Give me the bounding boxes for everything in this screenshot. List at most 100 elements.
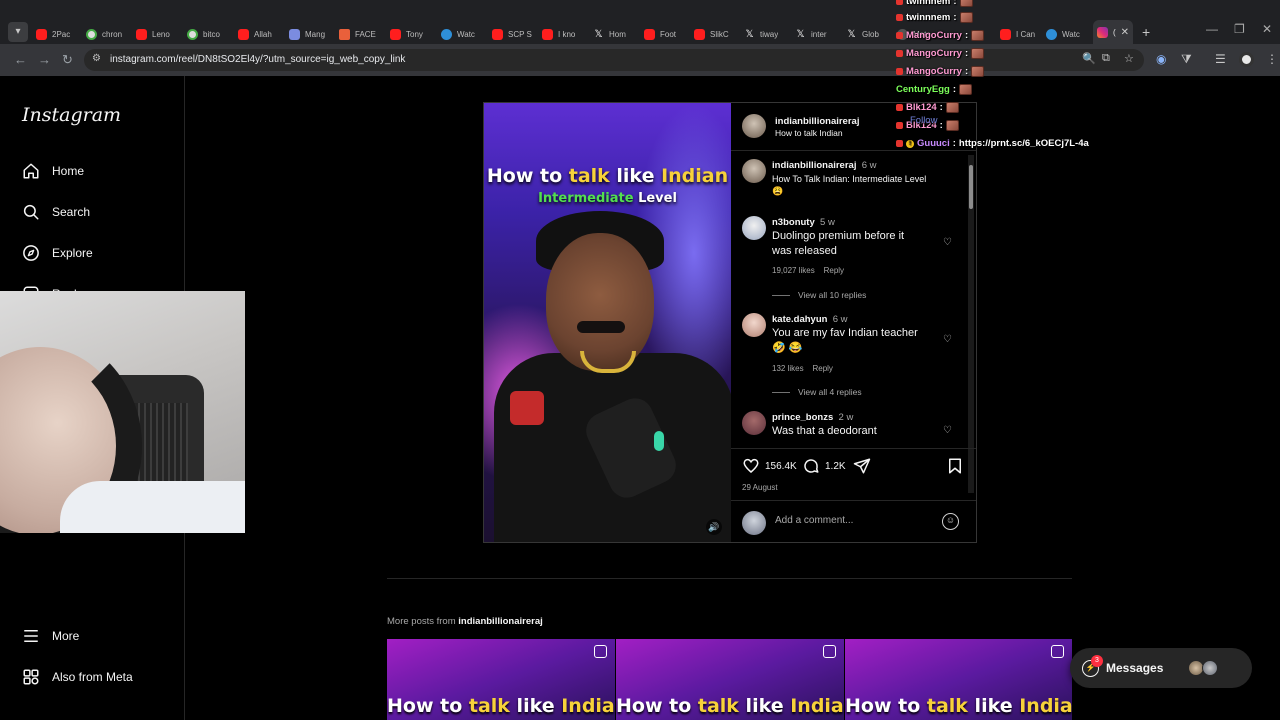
more-posts-username[interactable]: indianbillionaireraj: [458, 616, 542, 627]
caption-username[interactable]: indianbillionaireraj 6 w: [772, 160, 877, 171]
x-icon: 𝕏: [745, 28, 754, 40]
tab-search-button[interactable]: ▾: [8, 22, 28, 42]
audio-name[interactable]: How to talk Indian: [775, 128, 843, 138]
close-tab-icon[interactable]: ✕: [1121, 27, 1129, 38]
comment-username[interactable]: kate.dahyun 6 w: [772, 314, 848, 325]
follow-hint-text[interactable]: Follow: [910, 115, 937, 126]
browser-tab[interactable]: Watc: [441, 24, 475, 44]
caption-avatar[interactable]: [742, 159, 766, 183]
comment-avatar[interactable]: [742, 216, 766, 240]
nav-more[interactable]: More: [22, 627, 79, 645]
nav-search[interactable]: Search: [22, 203, 90, 221]
browser-tab[interactable]: 𝕏tiway: [744, 24, 778, 44]
chat-emote-icon: [945, 120, 959, 131]
browser-tab[interactable]: Leno: [136, 24, 170, 44]
comment-button[interactable]: 1.2K: [802, 457, 846, 475]
tab-title: I kno: [558, 29, 576, 39]
volume-icon[interactable]: 🔊: [706, 519, 722, 535]
nav-also-from-meta[interactable]: Also from Meta: [22, 668, 133, 686]
forward-icon[interactable]: →: [38, 52, 51, 67]
new-tab-button[interactable]: +: [1142, 24, 1150, 40]
emoji-icon[interactable]: ☺: [942, 513, 959, 530]
bookmark-star-icon[interactable]: ☆: [1124, 52, 1134, 65]
chat-username: MangoCurry: [906, 30, 962, 41]
browser-tab[interactable]: 2Pac: [36, 24, 70, 44]
comment-avatar[interactable]: [742, 411, 766, 435]
browser-menu-icon[interactable]: ⋮: [1266, 52, 1278, 66]
author-username[interactable]: indianbillionaireraj: [775, 116, 859, 127]
view-replies-button[interactable]: View all 4 replies: [772, 387, 862, 397]
media-control-icon[interactable]: ◉: [1156, 52, 1166, 66]
url-text[interactable]: instagram.com/reel/DN8tSO2El4y/?utm_sour…: [110, 54, 405, 65]
comments-scrollbar[interactable]: [968, 155, 974, 493]
more-post-thumbnail[interactable]: How to talk like Indian: [387, 639, 615, 720]
comment-username[interactable]: n3bonuty 5 w: [772, 217, 835, 228]
section-divider: [387, 578, 1072, 579]
browser-tab[interactable]: Allah: [238, 24, 272, 44]
save-button[interactable]: [947, 457, 963, 475]
chat-username: MangoCurry: [906, 48, 962, 59]
post-date[interactable]: 29 August: [742, 483, 778, 492]
mangadex-icon: [289, 28, 300, 40]
browser-tab[interactable]: SlikC: [694, 24, 729, 44]
browser-tab[interactable]: Tony: [390, 24, 423, 44]
hamburger-menu-icon: [22, 627, 40, 645]
heart-icon: [742, 457, 760, 475]
site-info-icon[interactable]: ⚙: [92, 53, 101, 64]
nav-also-from-meta-label: Also from Meta: [52, 670, 133, 684]
reel-video[interactable]: How to talk like Indian Intermediate Lev…: [484, 103, 731, 542]
comment-like-heart-icon[interactable]: ♡: [943, 334, 952, 345]
messages-button[interactable]: ⚡ 3 Messages: [1070, 648, 1252, 688]
browser-tab[interactable]: I kno: [542, 24, 575, 44]
comment-avatar[interactable]: [742, 313, 766, 337]
tab-title: (: [1113, 27, 1116, 37]
youtube-badge-icon: [896, 0, 903, 5]
comment-meta: 132 likes Reply: [772, 364, 833, 373]
browser-tab[interactable]: Mang: [289, 24, 325, 44]
comment-like-heart-icon[interactable]: ♡: [943, 237, 952, 248]
browser-tab[interactable]: 𝕏 Glob: [846, 24, 878, 44]
chat-emote-icon: [959, 84, 973, 95]
comment-reply-button[interactable]: Reply: [812, 364, 832, 373]
chat-separator: :: [964, 48, 969, 59]
thumbnail-text: How to talk like Indian: [616, 695, 844, 717]
chat-message: twinnnem:: [896, 0, 973, 7]
profile-avatar[interactable]: [1239, 52, 1254, 67]
x-icon: 𝕏: [796, 28, 805, 40]
comment-username[interactable]: prince_bonzs 2 w: [772, 412, 853, 423]
browser-tab[interactable]: 𝕏 Hom: [593, 24, 625, 44]
maximize-icon[interactable]: ❐: [1234, 22, 1245, 36]
author-avatar[interactable]: [742, 114, 766, 138]
back-icon[interactable]: ←: [14, 52, 27, 67]
browser-tab[interactable]: 𝕏inter: [795, 24, 826, 44]
nav-home[interactable]: Home: [22, 162, 84, 180]
comment-input[interactable]: Add a comment...: [775, 515, 853, 526]
minimize-icon[interactable]: —: [1206, 22, 1218, 36]
comment-reply-button[interactable]: Reply: [824, 266, 844, 275]
reading-list-icon[interactable]: ☰: [1215, 52, 1226, 66]
video-lips-patch: [510, 391, 544, 425]
tab-title: Foot: [660, 29, 677, 39]
chat-separator: :: [939, 120, 943, 131]
instagram-logo[interactable]: Instagram: [22, 104, 121, 126]
reload-icon[interactable]: ↻: [62, 52, 73, 68]
browser-tab[interactable]: chron: [86, 24, 122, 44]
chat-username: twinnnem: [906, 12, 951, 23]
more-post-thumbnail[interactable]: How to talk like Indian: [845, 639, 1072, 720]
extensions-icon[interactable]: ⧩: [1181, 52, 1192, 67]
browser-tab[interactable]: bitco: [187, 24, 220, 44]
comment-like-heart-icon[interactable]: ♡: [943, 425, 952, 436]
close-window-icon[interactable]: ✕: [1262, 22, 1272, 36]
browser-tab[interactable]: Foot: [644, 24, 676, 44]
more-post-thumbnail[interactable]: How to talk like Indian: [616, 639, 844, 720]
youtube-icon: [238, 28, 249, 40]
share-button[interactable]: [853, 457, 871, 475]
nav-explore[interactable]: Explore: [22, 244, 93, 262]
browser-tab[interactable]: SCP S: [492, 24, 532, 44]
like-button[interactable]: 156.4K: [742, 457, 797, 475]
video-title-text: How to talk like Indian: [486, 165, 729, 187]
chat-separator: :: [953, 0, 957, 7]
browser-tab[interactable]: FACE: [339, 24, 376, 44]
tab-title: Tony: [406, 29, 423, 39]
view-replies-button[interactable]: View all 10 replies: [772, 290, 866, 300]
